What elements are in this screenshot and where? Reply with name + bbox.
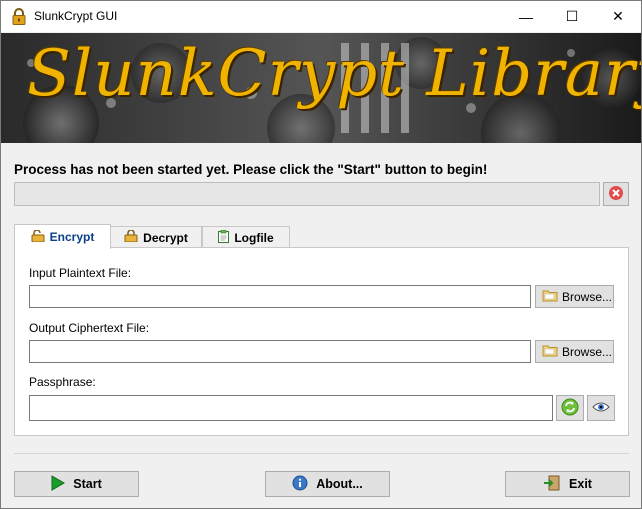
info-icon — [292, 475, 308, 494]
play-icon — [51, 474, 66, 494]
exit-button[interactable]: Exit — [505, 471, 630, 497]
browse-label: Browse... — [562, 289, 613, 304]
tab-label: Logfile — [234, 230, 274, 245]
minimize-button[interactable]: — — [503, 1, 549, 32]
tab-decrypt[interactable]: Decrypt — [110, 226, 202, 248]
input-file-field[interactable] — [29, 285, 531, 308]
lock-open-icon — [31, 228, 45, 245]
folder-icon — [542, 288, 558, 305]
clipboard-icon — [218, 229, 230, 246]
app-window: SlunkCrypt GUI — ☐ ✕ SlunkCrypt Library … — [0, 0, 642, 509]
window-title: SlunkCrypt GUI — [34, 9, 118, 23]
exit-label: Exit — [569, 477, 592, 491]
about-button[interactable]: About... — [265, 471, 390, 497]
generate-passphrase-button[interactable] — [556, 395, 584, 421]
show-passphrase-button[interactable] — [587, 395, 615, 421]
banner-image: SlunkCrypt Library — [1, 33, 641, 143]
start-label: Start — [73, 477, 102, 491]
banner-title: SlunkCrypt Library — [27, 37, 641, 111]
tab-label: Encrypt — [49, 230, 95, 244]
maximize-button[interactable]: ☐ — [549, 1, 595, 32]
browse-input-button[interactable]: Browse... — [535, 285, 614, 308]
input-file-label: Input Plaintext File: — [29, 266, 132, 280]
progress-bar — [14, 182, 600, 206]
lock-closed-icon — [124, 229, 138, 245]
output-file-label: Output Ciphertext File: — [29, 321, 150, 335]
start-button[interactable]: Start — [14, 471, 139, 497]
refresh-icon — [561, 398, 579, 419]
folder-icon — [542, 343, 558, 360]
padlock-icon — [11, 8, 27, 25]
tab-encrypt[interactable]: Encrypt — [14, 224, 111, 249]
abort-button[interactable] — [603, 182, 629, 206]
tab-label: Decrypt — [143, 230, 188, 245]
close-button[interactable]: ✕ — [595, 1, 641, 32]
exit-door-icon — [543, 475, 561, 494]
passphrase-field[interactable] — [29, 395, 553, 421]
status-message: Process has not been started yet. Please… — [14, 162, 488, 177]
output-file-field[interactable] — [29, 340, 531, 363]
title-bar[interactable]: SlunkCrypt GUI — ☐ ✕ — [1, 1, 641, 32]
abort-icon — [608, 185, 624, 204]
separator — [14, 453, 629, 454]
browse-output-button[interactable]: Browse... — [535, 340, 614, 363]
tab-logfile[interactable]: Logfile — [202, 226, 290, 248]
passphrase-label: Passphrase: — [29, 375, 96, 389]
eye-icon — [592, 401, 610, 416]
about-label: About... — [316, 477, 363, 491]
browse-label: Browse... — [562, 344, 613, 359]
